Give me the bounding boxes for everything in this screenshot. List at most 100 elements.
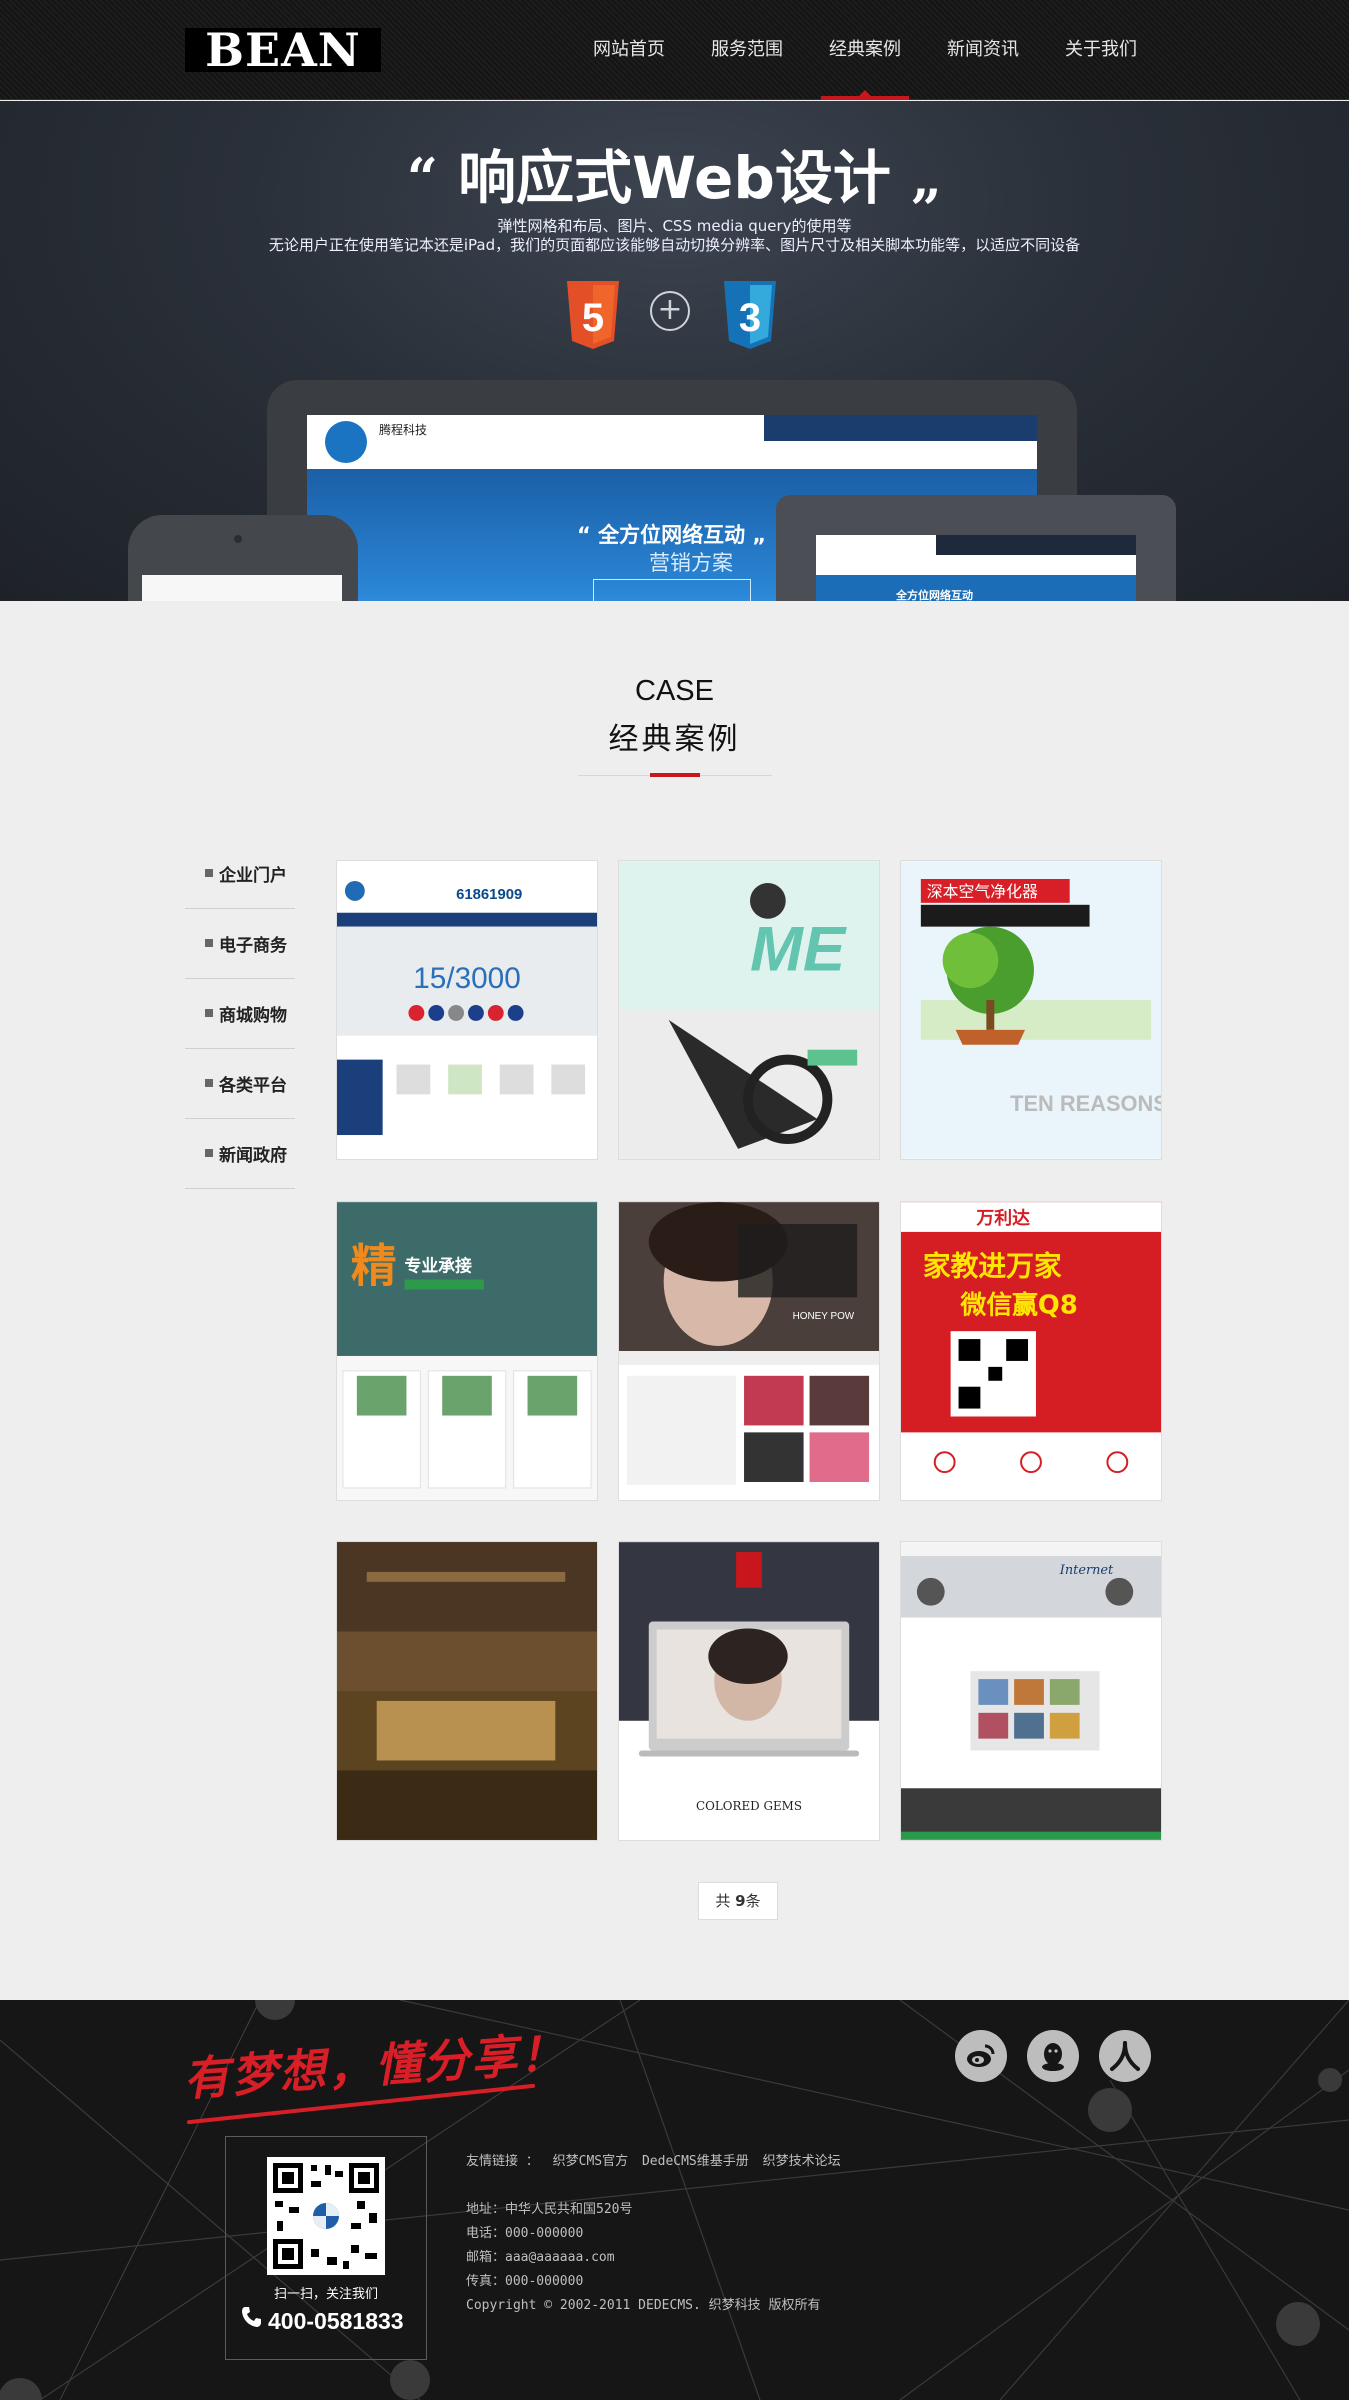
phone-mockup xyxy=(128,515,358,601)
case-card-hotel[interactable] xyxy=(336,1541,598,1841)
case-thumbnail: 万利达 家教进万家 微信赢Q8 xyxy=(901,1202,1161,1500)
svg-text:微信赢Q8: 微信赢Q8 xyxy=(960,1289,1078,1320)
case-card-jewelry[interactable]: COLORED GEMS xyxy=(618,1541,880,1841)
weibo-glyph xyxy=(967,2044,995,2067)
site-logo[interactable]: BEAN xyxy=(185,27,381,73)
plus-icon: + xyxy=(650,291,690,331)
case-card-air-purifier[interactable]: 深本空气净化器 TEN REASONS xyxy=(900,860,1162,1160)
laptop-slogan: 全方位网络互动 xyxy=(896,589,973,601)
tablet-site-nav xyxy=(764,415,1037,441)
pagination-count: 共 9条 xyxy=(698,1882,778,1920)
qq-icon[interactable] xyxy=(1027,2030,1079,2082)
phone-screen xyxy=(142,575,342,601)
svg-text:TEN REASONS: TEN REASONS xyxy=(1010,1091,1161,1116)
category-label: 电子商务 xyxy=(219,936,287,956)
bullet-icon xyxy=(205,939,213,947)
footer-address: 地址：中华人民共和国520号 xyxy=(466,2202,633,2217)
case-thumbnail: HONEY POW xyxy=(619,1202,879,1500)
case-card-cosmetics[interactable]: HONEY POW xyxy=(618,1201,880,1501)
card-text: 15/3000 xyxy=(413,962,521,995)
phone-icon xyxy=(242,2307,261,2327)
title-divider-accent xyxy=(650,773,700,777)
footer-email: 邮箱：aaa@aaaaaa.com xyxy=(466,2250,615,2265)
card-text: 深本空气净化器 xyxy=(927,882,1038,901)
category-label: 商城购物 xyxy=(219,1006,287,1026)
card-text: 万利达 xyxy=(975,1207,1030,1229)
nav-item-about[interactable]: 关于我们 xyxy=(1042,0,1160,100)
bullet-icon xyxy=(205,869,213,877)
banner-subtitle-1: 弹性网格和布局、图片、CSS media query的使用等 xyxy=(497,217,852,235)
category-corporate[interactable]: 企业门户 xyxy=(185,839,295,909)
weibo-icon[interactable] xyxy=(955,2030,1007,2082)
qr-code xyxy=(267,2157,385,2275)
qr-panel: 扫一扫，关注我们 400-0581833 xyxy=(225,2136,427,2360)
friend-links-label: 友情链接 ： xyxy=(466,2154,539,2169)
category-shopping[interactable]: 商城购物 xyxy=(185,979,295,1049)
footer-copyright: Copyright © 2002-2011 DEDECMS. 织梦科技 版权所有 xyxy=(466,2298,821,2313)
card-text: HONEY POW xyxy=(793,1311,855,1322)
case-thumbnail: ME xyxy=(619,861,879,1159)
html5-icon: 5 xyxy=(567,281,619,349)
nav-item-home[interactable]: 网站首页 xyxy=(570,0,688,100)
bullet-icon xyxy=(205,1149,213,1157)
section-title-en: CASE xyxy=(635,675,714,707)
card-text: ME xyxy=(750,914,847,984)
card-text: Internet xyxy=(1059,1563,1114,1578)
svg-text:精: 精 xyxy=(351,1239,397,1293)
bullet-icon xyxy=(205,1079,213,1087)
friend-links: 友情链接 ： 织梦CMS官方 DedeCMS维基手册 织梦技术论坛 xyxy=(466,2150,841,2169)
case-card-auto-parts[interactable]: 精 专业承接 xyxy=(336,1201,598,1501)
hotline: 400-0581833 xyxy=(240,2305,404,2335)
main-nav: 网站首页 服务范围 经典案例 新闻资讯 关于我们 xyxy=(570,0,1160,100)
banner-title-text: 响应式Web设计 xyxy=(458,144,891,212)
svg-text:家教进万家: 家教进万家 xyxy=(923,1250,1062,1283)
svg-text:5: 5 xyxy=(582,296,604,340)
category-ecommerce[interactable]: 电子商务 xyxy=(185,909,295,979)
case-thumbnail: 61861909 15/3000 xyxy=(337,861,597,1159)
qq-glyph xyxy=(1042,2043,1064,2071)
section-title-cn: 经典案例 xyxy=(608,722,741,757)
site-header: BEAN 网站首页 服务范围 经典案例 新闻资讯 关于我们 xyxy=(0,0,1349,100)
banner-subtitle-2: 无论用户正在使用笔记本还是iPad，我们的页面都应该能够自动切换分辨率、图片尺寸… xyxy=(268,236,1081,254)
laptop-mockup: 全方位网络互动 xyxy=(776,495,1176,601)
css3-icon: 3 xyxy=(724,281,776,349)
link-dedecms-official[interactable]: 织梦CMS官方 xyxy=(553,2154,628,2169)
tablet-site-logo xyxy=(325,421,367,463)
nav-item-cases[interactable]: 经典案例 xyxy=(806,0,924,100)
category-label: 企业门户 xyxy=(219,866,287,886)
case-thumbnail xyxy=(337,1542,597,1840)
category-sidebar: 企业门户 电子商务 商城购物 各类平台 新闻政府 xyxy=(185,839,295,1189)
laptop-screen: 全方位网络互动 xyxy=(816,535,1136,601)
case-card-internet-business[interactable]: Internet xyxy=(900,1541,1162,1841)
hero-banner: “ 响应式Web设计 „ 弹性网格和布局、图片、CSS media query的… xyxy=(0,101,1349,601)
link-dedecms-forum[interactable]: 织梦技术论坛 xyxy=(763,2154,841,2169)
phone-camera xyxy=(234,535,242,543)
tablet-slogan: “ 全方位网络互动 „ xyxy=(577,523,767,547)
banner-title: “ 响应式Web设计 „ xyxy=(0,143,1349,213)
qr-caption: 扫一扫，关注我们 xyxy=(273,2287,378,2302)
category-label: 新闻政府 xyxy=(219,1146,287,1166)
category-label: 各类平台 xyxy=(219,1076,287,1096)
case-card-corporate-portal[interactable]: 61861909 15/3000 xyxy=(336,860,598,1160)
nav-item-services[interactable]: 服务范围 xyxy=(688,0,806,100)
laptop-site-nav xyxy=(936,535,1136,555)
renren-glyph xyxy=(1110,2041,1140,2071)
pagination-suffix: 条 xyxy=(745,1892,761,1910)
card-text: COLORED GEMS xyxy=(696,1799,802,1813)
nav-item-news[interactable]: 新闻资讯 xyxy=(924,0,1042,100)
site-footer: 有梦想，懂分享！ 扫一扫，关注我们 400-0581833 友情链接 ： 织梦C… xyxy=(0,2000,1349,2400)
case-thumbnail: 深本空气净化器 TEN REASONS xyxy=(901,861,1161,1159)
link-dedecms-wiki[interactable]: DedeCMS维基手册 xyxy=(642,2154,749,2169)
renren-icon[interactable] xyxy=(1099,2030,1151,2082)
card-text: 专业承接 xyxy=(404,1256,472,1276)
footer-fax: 传真：000-000000 xyxy=(466,2274,584,2289)
footer-tel: 电话：000-000000 xyxy=(466,2226,584,2241)
category-news-gov[interactable]: 新闻政府 xyxy=(185,1119,295,1189)
hotline-number: 400-0581833 xyxy=(268,2308,404,2334)
pagination-prefix: 共 xyxy=(715,1892,736,1910)
pagination-total: 9 xyxy=(735,1892,746,1910)
quote-close: „ xyxy=(911,146,943,210)
case-card-education-wechat[interactable]: 万利达 家教进万家 微信赢Q8 xyxy=(900,1201,1162,1501)
case-card-extreme-sports[interactable]: ME xyxy=(618,860,880,1160)
category-platforms[interactable]: 各类平台 xyxy=(185,1049,295,1119)
